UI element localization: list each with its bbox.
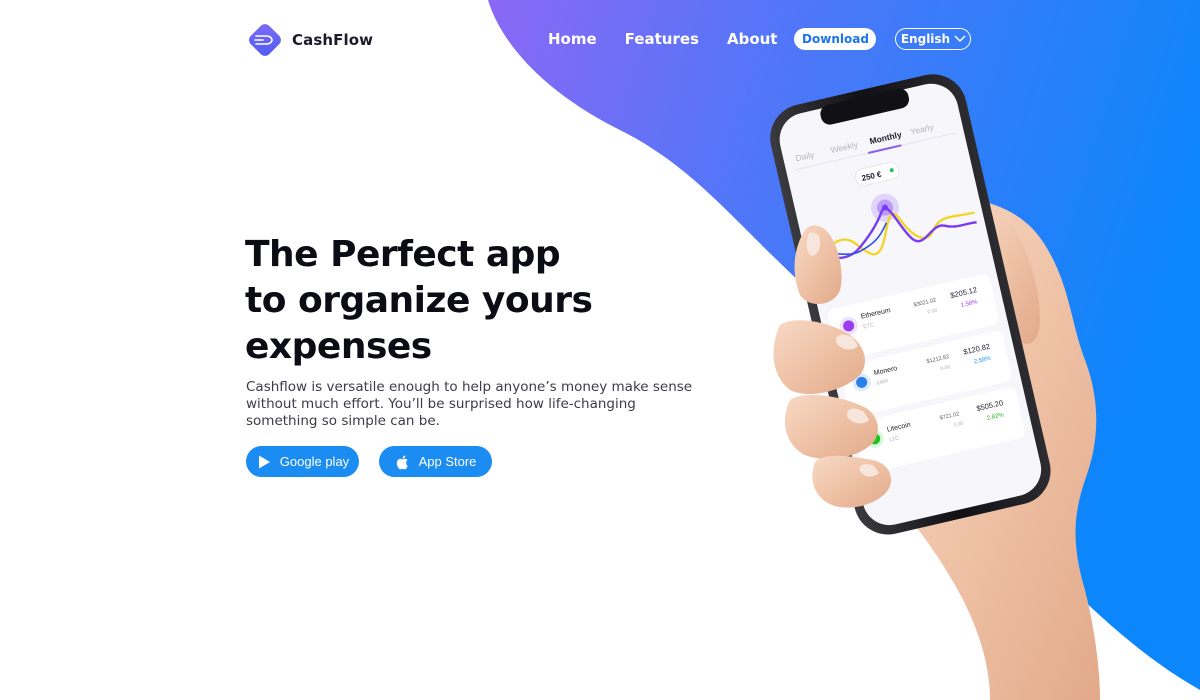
main-nav: Home Features About Download English — [548, 28, 972, 50]
nav-features[interactable]: Features — [625, 28, 699, 50]
app-store-button[interactable]: App Store — [379, 446, 492, 477]
brand-name: CashFlow — [292, 31, 374, 49]
brand-logo[interactable]: CashFlow — [244, 19, 373, 61]
chevron-down-icon — [954, 35, 966, 43]
language-select[interactable]: English — [895, 28, 972, 50]
phone-hand-illustration: Daily Weekly Monthly Yearly 250 € Ethere… — [770, 74, 1100, 700]
app-store-label: App Store — [418, 454, 477, 469]
nav-about[interactable]: About — [727, 28, 778, 50]
nav-home[interactable]: Home — [548, 28, 597, 50]
hero-title-line: to organize yours — [245, 280, 593, 321]
cashflow-logo-icon — [249, 24, 281, 56]
language-label: English — [900, 32, 951, 46]
hero-title: The Perfect app to organize yours expens… — [245, 232, 705, 370]
hero-title-line: expenses — [245, 326, 432, 367]
apple-icon — [396, 455, 408, 469]
download-button[interactable]: Download — [794, 28, 877, 50]
google-play-button[interactable]: Google play — [246, 446, 359, 477]
hero-description: Cashflow is versatile enough to help any… — [246, 379, 693, 429]
play-store-icon — [258, 455, 270, 468]
hero-title-line: The Perfect app — [245, 234, 561, 275]
google-play-label: Google play — [279, 454, 350, 469]
